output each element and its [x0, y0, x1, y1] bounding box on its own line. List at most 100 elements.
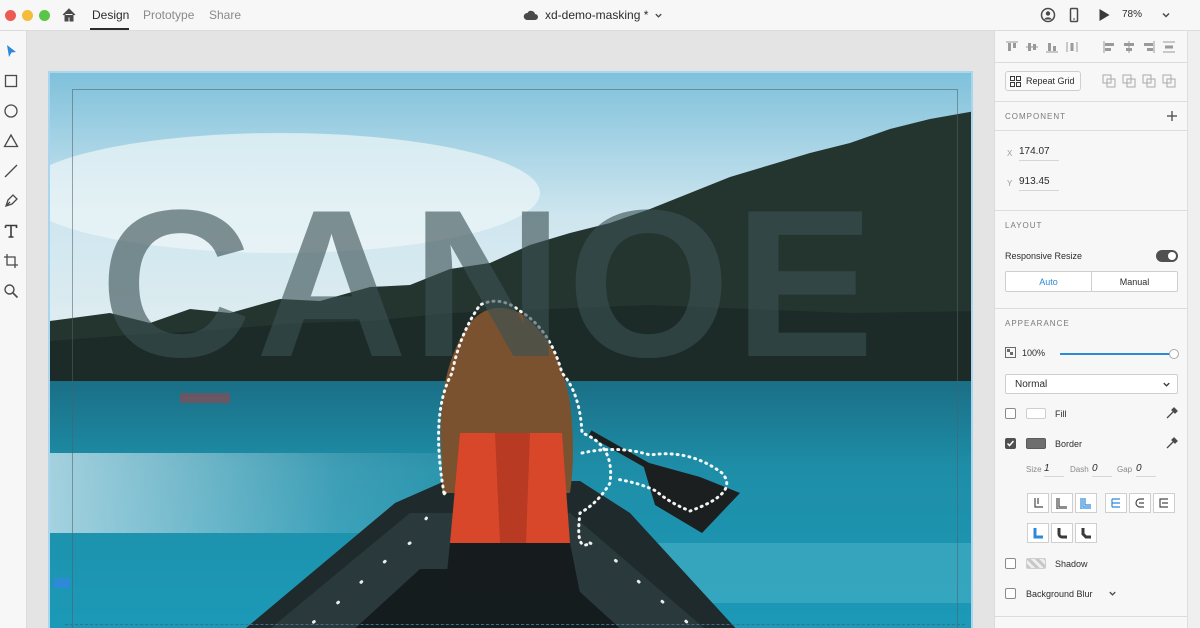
play-preview-icon[interactable] — [1096, 7, 1112, 23]
border-dash-input[interactable]: 0 — [1092, 463, 1112, 477]
artboard[interactable]: CANOE — [48, 71, 973, 628]
align-middle-icon[interactable] — [1025, 40, 1039, 54]
repeat-grid-button[interactable]: Repeat Grid — [1005, 71, 1081, 91]
divider — [995, 62, 1188, 63]
cap-round-button[interactable] — [1129, 493, 1151, 513]
close-window-button[interactable] — [5, 10, 16, 21]
fill-checkbox[interactable] — [1005, 408, 1016, 419]
boolean-add-icon[interactable] — [1102, 74, 1116, 88]
panel-scrollbar[interactable] — [1187, 31, 1200, 628]
blend-mode-value: Normal — [1015, 379, 1048, 390]
document-title: xd-demo-masking * — [545, 8, 649, 22]
resize-mode-manual[interactable]: Manual — [1091, 271, 1178, 292]
device-preview-icon[interactable] — [1066, 7, 1082, 23]
tab-prototype[interactable]: Prototype — [143, 8, 194, 22]
boolean-intersect-icon[interactable] — [1142, 74, 1156, 88]
stroke-inner-button[interactable] — [1027, 493, 1049, 513]
border-gap-label: Gap — [1117, 465, 1133, 474]
home-icon[interactable] — [61, 7, 77, 23]
tool-bar — [0, 31, 27, 628]
active-tab-indicator — [90, 28, 129, 30]
border-dash-label: Dash — [1070, 465, 1089, 474]
design-canvas[interactable]: Masking Foreground with Text — [27, 31, 994, 628]
join-round-button[interactable] — [1051, 523, 1073, 543]
stroke-outer-button[interactable] — [1075, 493, 1097, 513]
opacity-icon — [1005, 347, 1016, 358]
y-label: Y — [1007, 179, 1013, 188]
opacity-slider-track[interactable] — [1060, 353, 1174, 355]
check-icon — [1006, 440, 1015, 447]
shadow-checkbox[interactable] — [1005, 558, 1016, 569]
opacity-value[interactable]: 100% — [1022, 348, 1045, 358]
stroke-center-button[interactable] — [1051, 493, 1073, 513]
repeat-grid-icon — [1010, 75, 1021, 87]
cloud-icon — [523, 10, 538, 20]
tab-share[interactable]: Share — [209, 8, 241, 22]
line-icon[interactable] — [3, 163, 19, 179]
distribute-vertical-icon[interactable] — [1065, 40, 1079, 54]
zoom-icon[interactable] — [3, 283, 19, 299]
zoom-chevron-down-icon[interactable] — [1161, 10, 1171, 20]
text-icon[interactable] — [3, 223, 19, 239]
blend-mode-select[interactable]: Normal — [1005, 374, 1178, 394]
top-bar: Design Prototype Share xd-demo-masking *… — [0, 0, 1200, 31]
appearance-section-label: APPEARANCE — [1005, 319, 1070, 328]
eyedropper-icon[interactable] — [1165, 406, 1179, 420]
artboard-icon[interactable] — [3, 253, 19, 269]
responsive-resize-toggle[interactable] — [1156, 250, 1178, 262]
x-label: X — [1007, 149, 1013, 158]
join-bevel-icon — [1081, 528, 1091, 539]
ellipse-icon[interactable] — [3, 103, 19, 119]
add-component-icon[interactable] — [1165, 109, 1179, 123]
resize-mode-auto[interactable]: Auto — [1005, 271, 1092, 292]
divider — [995, 616, 1188, 617]
component-section-label: COMPONENT — [1005, 112, 1066, 121]
align-bottom-icon[interactable] — [1045, 40, 1059, 54]
toggle-knob — [1168, 252, 1176, 260]
shadow-color-swatch[interactable] — [1026, 558, 1046, 569]
join-miter-icon — [1033, 528, 1043, 539]
align-top-icon[interactable] — [1005, 40, 1019, 54]
border-checkbox[interactable] — [1005, 438, 1016, 449]
background-blur-checkbox[interactable] — [1005, 588, 1016, 599]
border-size-label: Size — [1026, 465, 1042, 474]
layout-guide-line — [65, 624, 965, 625]
user-profile-icon[interactable] — [1040, 7, 1056, 23]
polygon-icon[interactable] — [3, 133, 19, 149]
border-gap-input[interactable]: 0 — [1136, 463, 1156, 477]
border-color-swatch[interactable] — [1026, 438, 1046, 449]
y-position-input[interactable]: 913.45 — [1019, 176, 1059, 191]
stroke-outer-icon — [1080, 498, 1091, 509]
eyedropper-icon[interactable] — [1165, 436, 1179, 450]
boolean-subtract-icon[interactable] — [1122, 74, 1136, 88]
shadow-label: Shadow — [1055, 559, 1088, 569]
cap-square-button[interactable] — [1153, 493, 1175, 513]
x-position-input[interactable]: 174.07 — [1019, 146, 1059, 161]
minimize-window-button[interactable] — [22, 10, 33, 21]
stroke-inner-icon — [1034, 498, 1043, 508]
fill-color-swatch[interactable] — [1026, 408, 1046, 419]
tab-design[interactable]: Design — [92, 8, 129, 22]
rectangle-icon[interactable] — [3, 73, 19, 89]
boolean-exclude-icon[interactable] — [1162, 74, 1176, 88]
join-bevel-button[interactable] — [1075, 523, 1097, 543]
align-left-icon[interactable] — [1102, 40, 1116, 54]
distribute-horizontal-icon[interactable] — [1162, 40, 1176, 54]
chevron-down-icon[interactable] — [1108, 589, 1117, 598]
align-center-icon[interactable] — [1122, 40, 1136, 54]
guide-handle[interactable] — [54, 578, 70, 588]
join-miter-button[interactable] — [1027, 523, 1049, 543]
zoom-window-button[interactable] — [39, 10, 50, 21]
zoom-level[interactable]: 78% — [1122, 9, 1142, 20]
mask-text[interactable]: CANOE — [100, 179, 878, 389]
align-right-icon[interactable] — [1142, 40, 1156, 54]
opacity-slider-thumb[interactable] — [1169, 349, 1179, 359]
document-title-menu[interactable]: xd-demo-masking * — [523, 7, 663, 23]
divider — [995, 308, 1188, 309]
border-size-input[interactable]: 1 — [1044, 463, 1064, 477]
pen-icon[interactable] — [3, 193, 19, 209]
select-icon[interactable] — [3, 43, 19, 59]
cap-butt-button[interactable] — [1105, 493, 1127, 513]
divider — [995, 130, 1188, 131]
background-blur-label[interactable]: Background Blur — [1026, 589, 1093, 599]
